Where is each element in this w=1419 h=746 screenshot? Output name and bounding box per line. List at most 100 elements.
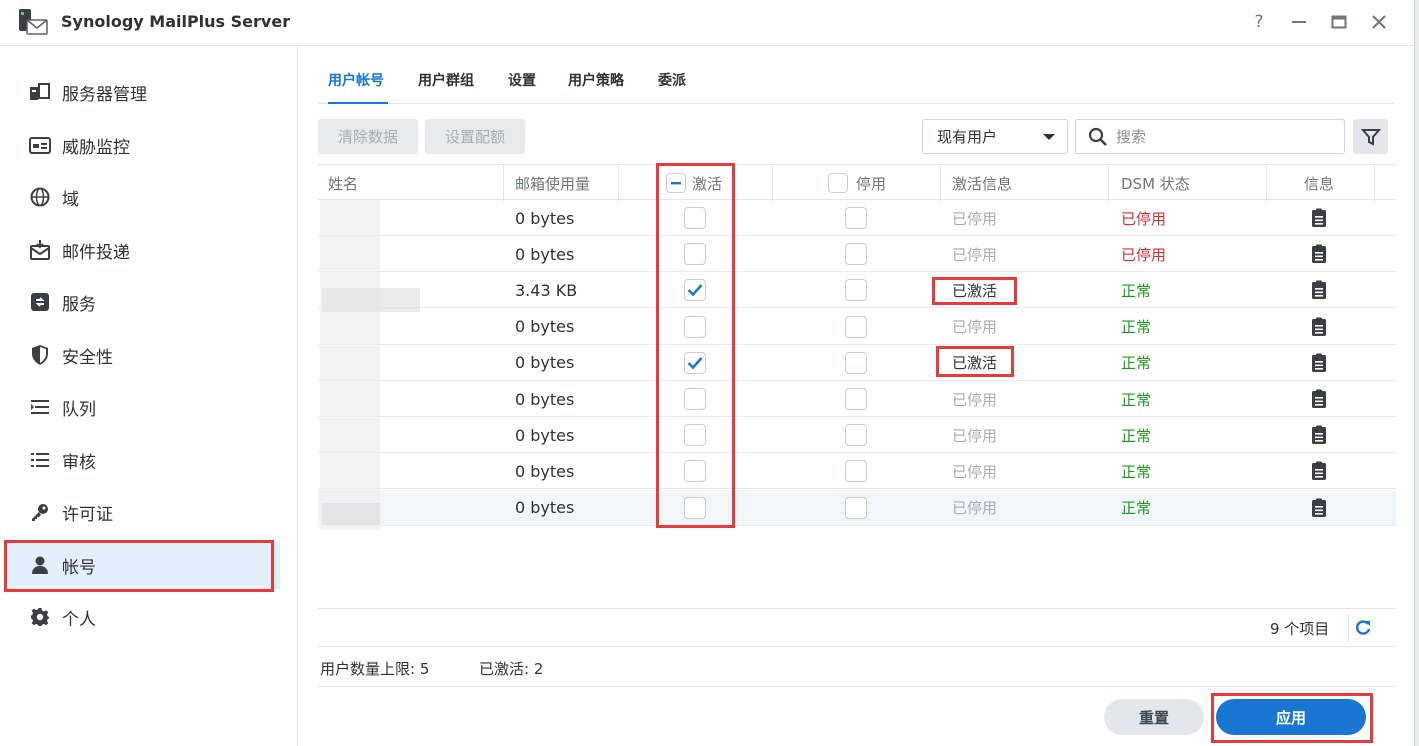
blurred-name-block bbox=[322, 288, 420, 312]
tab-settings[interactable]: 设置 bbox=[508, 70, 536, 90]
column-header-usage[interactable]: 邮箱使用量 bbox=[515, 165, 590, 201]
table-row[interactable]: 0 bytes 已停用 已停用 bbox=[318, 200, 1396, 236]
activate-checkbox[interactable] bbox=[684, 207, 706, 229]
set-quota-button[interactable]: 设置配额 bbox=[425, 119, 525, 154]
mailbox-usage: 3.43 KB bbox=[515, 280, 578, 300]
blurred-name-column bbox=[320, 200, 380, 530]
table-row[interactable]: 0 bytes 已停用 正常 bbox=[318, 381, 1396, 417]
main-panel: 用户帐号 用户群组 设置 用户策略 委派 清除数据 设置配额 现有用户 姓名 邮… bbox=[298, 46, 1414, 746]
sidebar-item-personal[interactable]: 个人 bbox=[8, 593, 280, 641]
table-row[interactable]: 0 bytes 已停用 正常 bbox=[318, 309, 1396, 345]
info-button[interactable] bbox=[1311, 236, 1327, 272]
disable-checkbox[interactable] bbox=[845, 351, 867, 374]
indeterminate-icon bbox=[671, 182, 681, 185]
disable-all-checkbox[interactable] bbox=[828, 173, 848, 193]
reset-button[interactable]: 重置 bbox=[1104, 699, 1204, 735]
sidebar-item-account[interactable]: 帐号 bbox=[8, 541, 280, 589]
app-window: Synology MailPlus Server ? 服务器管理 威胁监控 域 … bbox=[0, 0, 1414, 746]
column-divider bbox=[940, 165, 941, 201]
tab-user-groups[interactable]: 用户群组 bbox=[418, 70, 474, 90]
info-button[interactable] bbox=[1311, 272, 1327, 308]
table-row[interactable]: 0 bytes 已停用 正常 bbox=[318, 453, 1396, 490]
tab-user-accounts[interactable]: 用户帐号 bbox=[328, 70, 384, 90]
activate-checkbox[interactable] bbox=[684, 388, 706, 410]
column-header-activation-info[interactable]: 激活信息 bbox=[952, 165, 1012, 201]
table-row[interactable]: 3.43 KB 已激活 正常 bbox=[318, 272, 1396, 309]
activate-checkbox[interactable] bbox=[684, 424, 706, 447]
minimize-button[interactable] bbox=[1286, 9, 1312, 35]
sidebar-item-license[interactable]: 许可证 bbox=[8, 488, 280, 536]
activation-info: 已停用 bbox=[952, 209, 998, 228]
search-field[interactable] bbox=[1075, 119, 1345, 154]
window-title: Synology MailPlus Server bbox=[61, 12, 291, 31]
document-icon bbox=[1312, 353, 1326, 372]
tab-user-policy[interactable]: 用户策略 bbox=[568, 70, 624, 90]
column-divider bbox=[772, 165, 773, 201]
sidebar-item-label: 帐号 bbox=[62, 557, 96, 578]
activate-checkbox[interactable] bbox=[684, 351, 706, 374]
activate-checkbox[interactable] bbox=[684, 243, 706, 266]
dsm-status: 正常 bbox=[1121, 499, 1152, 518]
help-button[interactable]: ? bbox=[1246, 9, 1272, 35]
item-count: 9 个项目 bbox=[1270, 620, 1330, 638]
search-icon bbox=[1088, 127, 1107, 146]
table-row[interactable]: 0 bytes 已停用 正常 bbox=[318, 489, 1396, 526]
activate-all-checkbox[interactable] bbox=[666, 173, 686, 193]
activate-checkbox[interactable] bbox=[684, 315, 706, 338]
sidebar-item-label: 审核 bbox=[62, 452, 96, 473]
info-button[interactable] bbox=[1311, 453, 1327, 489]
info-button[interactable] bbox=[1311, 309, 1327, 345]
disable-checkbox[interactable] bbox=[845, 279, 867, 302]
info-button[interactable] bbox=[1311, 345, 1327, 381]
disable-checkbox[interactable] bbox=[845, 243, 867, 266]
column-header-dsm-status[interactable]: DSM 状态 bbox=[1121, 165, 1190, 201]
info-button[interactable] bbox=[1311, 200, 1327, 236]
activation-info: 已激活 bbox=[952, 281, 998, 300]
mailbox-usage: 0 bytes bbox=[515, 498, 575, 518]
activate-checkbox[interactable] bbox=[684, 460, 706, 483]
dsm-status: 正常 bbox=[1121, 462, 1152, 481]
activate-checkbox[interactable] bbox=[684, 496, 706, 519]
disable-checkbox[interactable] bbox=[845, 424, 867, 447]
sidebar-item-service[interactable]: 服务 bbox=[8, 278, 280, 326]
sidebar-item-server-management[interactable]: 服务器管理 bbox=[8, 68, 280, 116]
disable-checkbox[interactable] bbox=[845, 207, 867, 229]
user-filter-select[interactable]: 现有用户 bbox=[922, 119, 1068, 154]
sidebar-item-label: 域 bbox=[62, 189, 79, 210]
dsm-status: 正常 bbox=[1121, 354, 1152, 373]
info-button[interactable] bbox=[1311, 417, 1327, 453]
clear-data-button[interactable]: 清除数据 bbox=[318, 119, 418, 154]
table-row[interactable]: 0 bytes 已停用 正常 bbox=[318, 417, 1396, 454]
disable-checkbox[interactable] bbox=[845, 460, 867, 483]
filter-button[interactable] bbox=[1353, 119, 1388, 154]
column-header-activate[interactable]: 激活 bbox=[666, 165, 722, 201]
sidebar-item-security[interactable]: 安全性 bbox=[8, 331, 280, 379]
refresh-button[interactable] bbox=[1348, 614, 1376, 642]
disable-checkbox[interactable] bbox=[845, 496, 867, 519]
maximize-button[interactable] bbox=[1326, 9, 1352, 35]
document-icon bbox=[1312, 461, 1326, 481]
close-button[interactable] bbox=[1366, 9, 1392, 35]
column-divider bbox=[1108, 165, 1109, 201]
column-header-info[interactable]: 信息 bbox=[1304, 165, 1334, 201]
table-row[interactable]: 0 bytes 已激活 正常 bbox=[318, 345, 1396, 381]
table-row[interactable]: 0 bytes 已停用 已停用 bbox=[318, 236, 1396, 273]
column-header-name[interactable]: 姓名 bbox=[328, 165, 358, 201]
sidebar-item-queue[interactable]: 队列 bbox=[8, 383, 280, 431]
title-bar: Synology MailPlus Server ? bbox=[0, 0, 1414, 46]
sidebar-item-domain[interactable]: 域 bbox=[8, 173, 280, 221]
apply-button[interactable]: 应用 bbox=[1216, 699, 1366, 735]
document-icon bbox=[1312, 280, 1326, 300]
column-header-disable[interactable]: 停用 bbox=[828, 165, 886, 201]
search-input[interactable] bbox=[1116, 127, 1336, 146]
sidebar-item-threat-monitor[interactable]: 威胁监控 bbox=[8, 121, 280, 169]
sidebar-item-audit[interactable]: 审核 bbox=[8, 436, 280, 484]
sidebar-item-label: 服务 bbox=[62, 294, 96, 315]
info-button[interactable] bbox=[1311, 490, 1327, 526]
disable-checkbox[interactable] bbox=[845, 315, 867, 338]
sidebar-item-mail-delivery[interactable]: 邮件投递 bbox=[8, 226, 280, 274]
tab-delegation[interactable]: 委派 bbox=[658, 70, 686, 90]
activate-checkbox[interactable] bbox=[684, 279, 706, 302]
info-button[interactable] bbox=[1311, 381, 1327, 417]
disable-checkbox[interactable] bbox=[845, 388, 867, 410]
